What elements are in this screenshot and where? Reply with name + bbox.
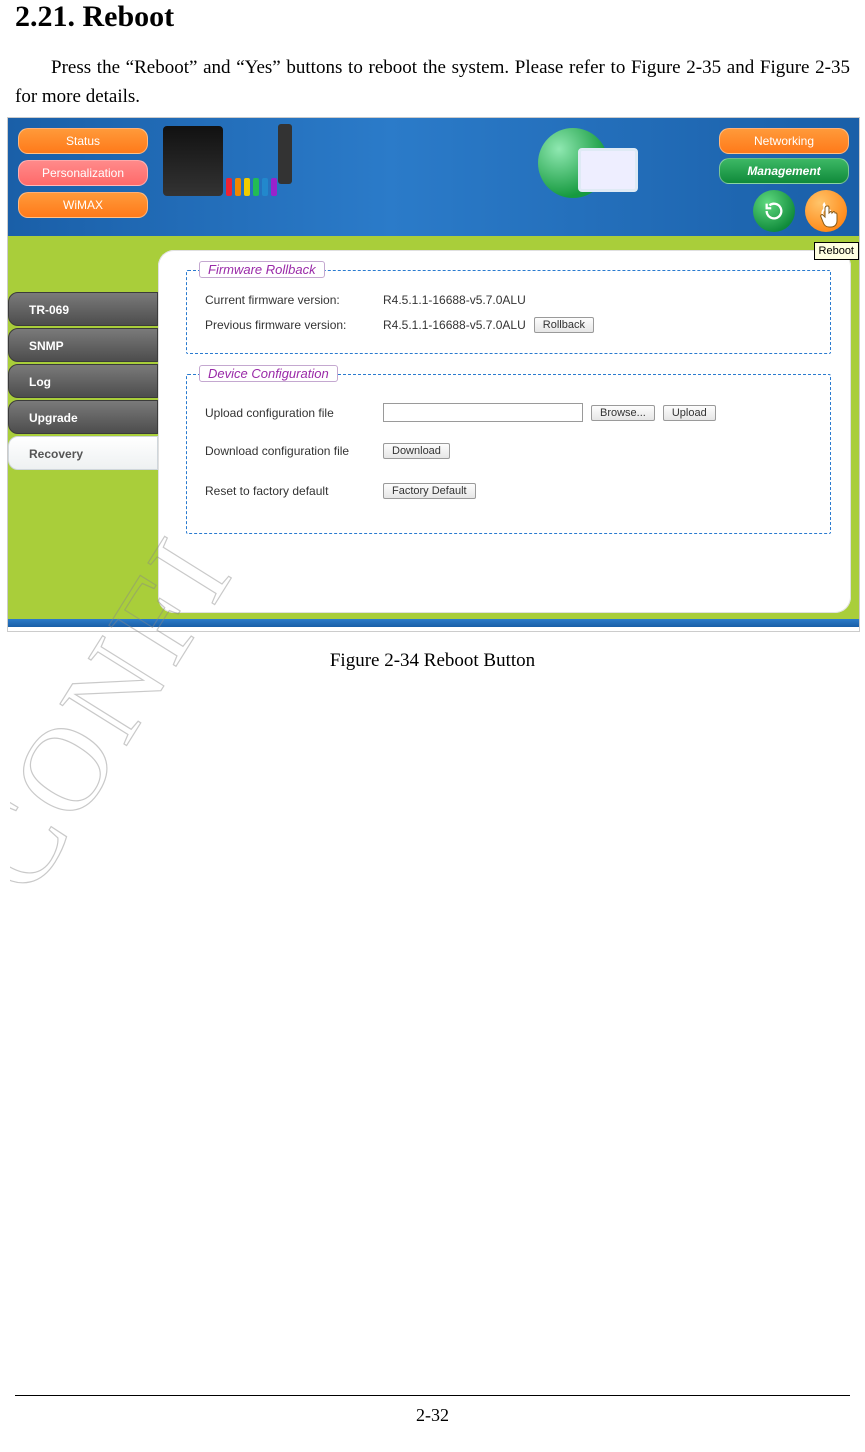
body-area: TR-069 SNMP Log Upgrade Recovery Firmwar… bbox=[8, 236, 859, 627]
led-icon bbox=[262, 178, 268, 196]
header-left-nav: Status Personalization WiMAX bbox=[18, 128, 148, 224]
download-config-label: Download configuration file bbox=[205, 444, 375, 458]
led-icon bbox=[244, 178, 250, 196]
factory-default-button[interactable]: Factory Default bbox=[383, 483, 476, 499]
previous-firmware-label: Previous firmware version: bbox=[205, 318, 375, 332]
current-firmware-label: Current firmware version: bbox=[205, 293, 375, 307]
device-config-legend: Device Configuration bbox=[199, 365, 338, 382]
led-icon bbox=[235, 178, 241, 196]
nav-wimax[interactable]: WiMAX bbox=[18, 192, 148, 218]
content-panel: Firmware Rollback Current firmware versi… bbox=[158, 250, 851, 613]
tab-tr069[interactable]: TR-069 bbox=[8, 292, 158, 326]
firmware-rollback-legend: Firmware Rollback bbox=[199, 261, 325, 278]
nav-personalization[interactable]: Personalization bbox=[18, 160, 148, 186]
browse-button[interactable]: Browse... bbox=[591, 405, 655, 421]
nav-management[interactable]: Management bbox=[719, 158, 849, 184]
router-leds bbox=[226, 178, 277, 196]
firmware-rollback-fieldset: Firmware Rollback Current firmware versi… bbox=[186, 270, 831, 354]
download-button[interactable]: Download bbox=[383, 443, 450, 459]
device-config-fieldset: Device Configuration Upload configuratio… bbox=[186, 374, 831, 534]
led-icon bbox=[226, 178, 232, 196]
nav-networking[interactable]: Networking bbox=[719, 128, 849, 154]
rollback-button[interactable]: Rollback bbox=[534, 317, 594, 333]
side-tabs: TR-069 SNMP Log Upgrade Recovery bbox=[8, 292, 158, 472]
header-bar: Status Personalization WiMAX Networking … bbox=[8, 118, 859, 236]
monitor-image bbox=[578, 148, 638, 192]
section-heading: 2.21. Reboot bbox=[15, 0, 850, 54]
tab-recovery[interactable]: Recovery bbox=[8, 436, 158, 470]
screenshot-figure: Status Personalization WiMAX Networking … bbox=[7, 117, 860, 632]
section-paragraph: Press the “Reboot” and “Yes” buttons to … bbox=[15, 54, 850, 117]
refresh-icon[interactable] bbox=[753, 190, 795, 232]
reset-factory-label: Reset to factory default bbox=[205, 484, 375, 498]
reboot-icon[interactable] bbox=[805, 190, 847, 232]
nav-status[interactable]: Status bbox=[18, 128, 148, 154]
upload-file-input[interactable] bbox=[383, 403, 583, 422]
upload-config-label: Upload configuration file bbox=[205, 406, 375, 420]
current-firmware-value: R4.5.1.1-16688-v5.7.0ALU bbox=[383, 293, 526, 307]
router-image bbox=[163, 126, 223, 196]
antenna-image bbox=[278, 124, 292, 184]
footer-rule bbox=[15, 1395, 850, 1396]
reboot-tooltip: Reboot bbox=[814, 242, 859, 260]
figure-caption: Figure 2-34 Reboot Button bbox=[15, 632, 850, 690]
page-number: 2-32 bbox=[0, 1405, 865, 1426]
tab-snmp[interactable]: SNMP bbox=[8, 328, 158, 362]
upload-button[interactable]: Upload bbox=[663, 405, 716, 421]
tab-upgrade[interactable]: Upgrade bbox=[8, 400, 158, 434]
header-right-nav: Networking Management bbox=[719, 128, 849, 188]
tab-log[interactable]: Log bbox=[8, 364, 158, 398]
header-icon-row bbox=[753, 190, 847, 232]
led-icon bbox=[271, 178, 277, 196]
led-icon bbox=[253, 178, 259, 196]
previous-firmware-value: R4.5.1.1-16688-v5.7.0ALU bbox=[383, 318, 526, 332]
